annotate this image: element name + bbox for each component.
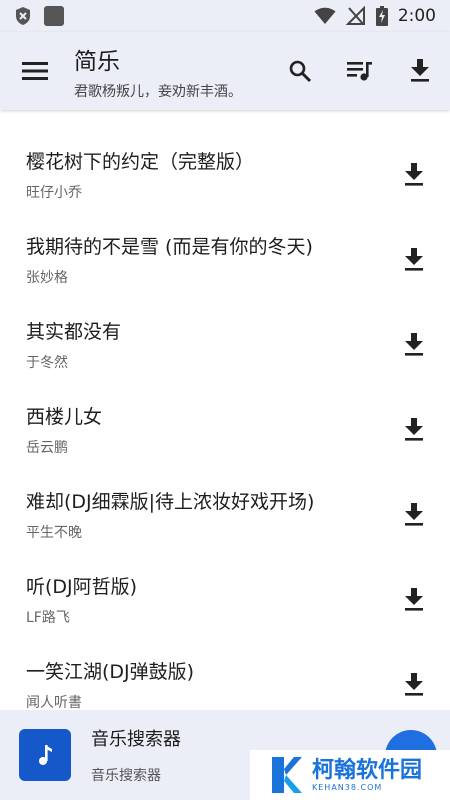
song-download-button[interactable] — [384, 400, 444, 460]
app-title: 简乐 — [74, 48, 120, 75]
song-text: 我期待的不是雪 (而是有你的冬天) 张妙格 — [0, 232, 384, 287]
song-artist: LF路飞 — [26, 610, 70, 626]
song-download-button[interactable] — [384, 315, 444, 375]
song-artist: 张妙格 — [26, 270, 68, 286]
song-text: 听(DJ阿哲版) LF路飞 — [0, 572, 384, 627]
song-text: 一笑江湖(DJ弹鼓版) 闻人听書 — [0, 657, 384, 710]
song-download-button[interactable] — [384, 570, 444, 630]
menu-icon — [22, 62, 48, 80]
search-button[interactable] — [270, 32, 330, 110]
song-title: 一笑江湖(DJ弹鼓版) — [26, 661, 195, 683]
download-icon — [411, 59, 429, 82]
song-title: 其实都没有 — [26, 321, 122, 343]
song-title: 难却(DJ细霖版|待上浓妆好戏开场) — [26, 491, 315, 513]
song-title: 西楼儿女 — [26, 406, 103, 428]
status-time: 2:00 — [397, 6, 436, 26]
menu-button[interactable] — [0, 32, 70, 110]
song-text: 其实都没有 于冬然 — [0, 317, 384, 372]
download-icon — [405, 587, 423, 611]
playlist-button[interactable] — [330, 32, 390, 110]
song-title: 听(DJ阿哲版) — [26, 576, 138, 598]
song-artist: 岳云鹏 — [26, 440, 68, 456]
song-download-button[interactable] — [384, 145, 444, 205]
song-list-item[interactable]: 樱花树下的约定（完整版） 旺仔小乔 — [0, 132, 450, 217]
kehan-logo-icon — [272, 757, 302, 793]
song-title: 我期待的不是雪 (而是有你的冬天) — [26, 236, 313, 258]
song-download-button[interactable] — [384, 485, 444, 545]
song-list-item[interactable]: 其实都没有 于冬然 — [0, 302, 450, 387]
battery-charging-icon — [375, 6, 388, 26]
download-icon — [405, 332, 423, 356]
song-download-button[interactable] — [384, 230, 444, 290]
song-text: 樱花树下的约定（完整版） 旺仔小乔 — [0, 147, 384, 202]
playlist-icon — [347, 62, 372, 81]
song-artist: 平生不晚 — [26, 525, 82, 541]
song-download-button[interactable] — [384, 655, 444, 711]
song-artist: 闻人听書 — [26, 695, 82, 710]
album-cover — [19, 729, 71, 781]
player-subtitle: 音乐搜索器 — [91, 768, 161, 784]
song-list-item[interactable]: 西楼儿女 岳云鹏 — [0, 387, 450, 472]
watermark: 柯翰软件园 KEHAN38.COM — [250, 750, 450, 800]
song-text: 西楼儿女 岳云鹏 — [0, 402, 384, 457]
app-square-icon — [44, 6, 64, 26]
song-list[interactable]: ~~~ 樱花树下的约定（完整版） 旺仔小乔我期待的不是雪 (而是有你的冬天) 张妙格… — [0, 110, 450, 710]
app-bar: 简乐 君歌杨叛儿，妾劝新丰酒。 — [0, 32, 450, 110]
app-subtitle: 君歌杨叛儿，妾劝新丰酒。 — [74, 83, 242, 100]
partial-song-artist: ~~~ — [26, 110, 61, 116]
status-bar: 2:00 — [0, 0, 450, 32]
song-text: 难却(DJ细霖版|待上浓妆好戏开场) 平生不晚 — [0, 487, 384, 542]
download-icon — [405, 672, 423, 696]
song-title: 樱花树下的约定（完整版） — [26, 151, 255, 173]
download-manager-button[interactable] — [390, 32, 450, 110]
song-list-item[interactable]: 难却(DJ细霖版|待上浓妆好戏开场) 平生不晚 — [0, 472, 450, 557]
download-icon — [405, 247, 423, 271]
download-icon — [405, 417, 423, 441]
watermark-name: 柯翰软件园 — [312, 757, 423, 783]
download-icon — [405, 502, 423, 526]
wifi-icon — [314, 7, 336, 24]
download-icon — [405, 162, 423, 186]
no-signal-icon — [345, 6, 365, 25]
music-note-icon — [39, 745, 52, 765]
shield-x-icon — [16, 7, 30, 25]
song-list-item[interactable]: 我期待的不是雪 (而是有你的冬天) 张妙格 — [0, 217, 450, 302]
search-icon — [289, 60, 312, 83]
song-artist: 于冬然 — [26, 355, 68, 371]
player-title: 音乐搜索器 — [91, 729, 181, 750]
song-list-item[interactable]: 一笑江湖(DJ弹鼓版) 闻人听書 — [0, 642, 450, 710]
song-artist: 旺仔小乔 — [26, 185, 82, 201]
song-list-item[interactable]: 听(DJ阿哲版) LF路飞 — [0, 557, 450, 642]
watermark-url: KEHAN38.COM — [312, 782, 383, 792]
